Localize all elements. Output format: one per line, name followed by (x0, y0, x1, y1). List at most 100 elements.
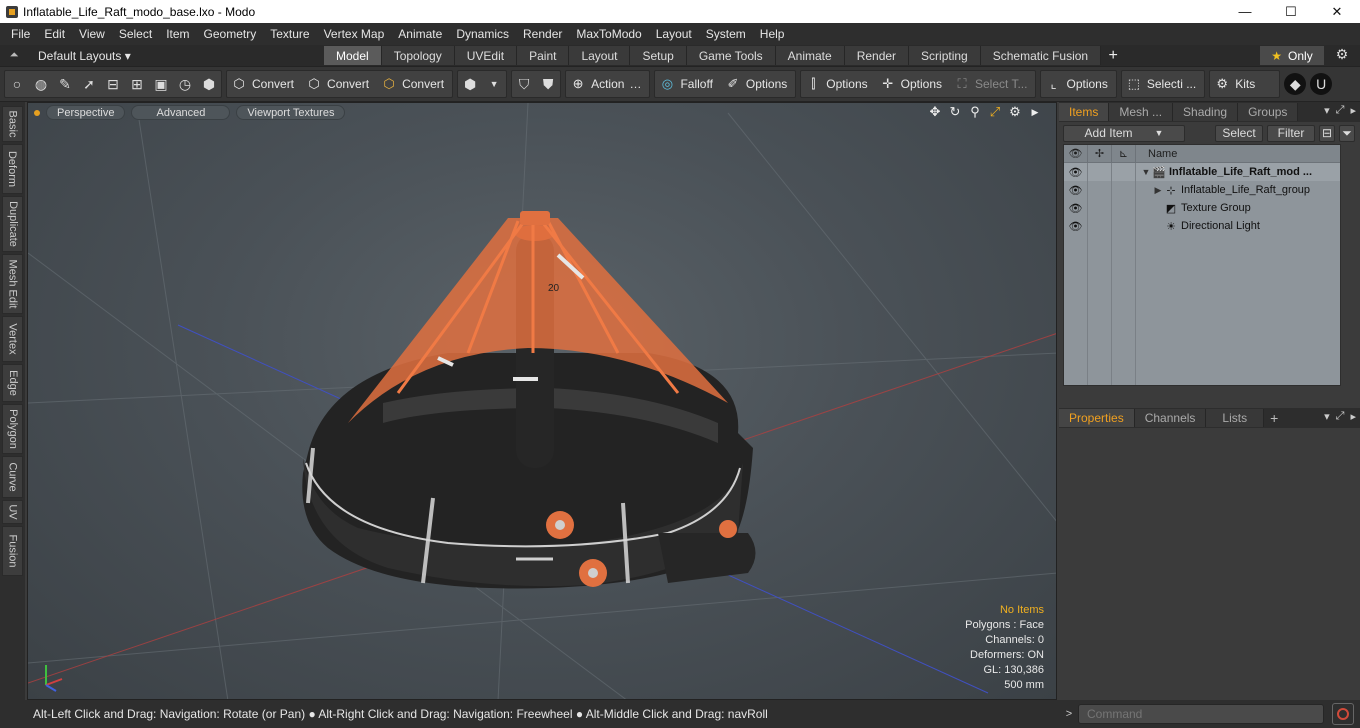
menu-help[interactable]: Help (753, 27, 792, 41)
collapse-icon[interactable]: ⊟ (1319, 124, 1335, 142)
select-button[interactable]: Select (1215, 124, 1263, 142)
viewport-textures-button[interactable]: Viewport Textures (236, 105, 346, 120)
funnel-icon[interactable]: ⏷ (1339, 124, 1355, 142)
vtab-vertex[interactable]: Vertex (2, 316, 23, 362)
tab-items[interactable]: Items (1059, 103, 1110, 121)
expand-arrow-icon[interactable]: ▶ (1028, 105, 1042, 119)
tab-animate[interactable]: Animate (775, 46, 845, 65)
menu-render[interactable]: Render (516, 27, 569, 41)
tab-game-tools[interactable]: Game Tools (686, 46, 776, 65)
tab-layout[interactable]: Layout (569, 46, 631, 65)
3d-viewport[interactable]: 20 Perspective Advanced Viewport Texture… (27, 102, 1057, 700)
pan-icon[interactable]: ✥ (928, 104, 942, 119)
shield-check-icon[interactable]: ⛊ (536, 71, 560, 97)
selection-sets-button[interactable]: ⬚ Selecti ... (1122, 71, 1204, 97)
kits-button[interactable]: ⚙ Kits (1210, 71, 1279, 97)
menu-texture[interactable]: Texture (263, 27, 316, 41)
pivot-mode-icon[interactable]: ◷ (173, 71, 197, 97)
fit-view-icon[interactable]: ⤢ (988, 104, 1002, 119)
dropdown-arrow-icon[interactable]: ▾ (1324, 104, 1330, 117)
viewport-gear-icon[interactable]: ⚙ (1008, 104, 1022, 119)
workplane-options-button[interactable]: ✛ Options (876, 71, 950, 97)
advanced-button[interactable]: Advanced (131, 105, 231, 120)
menu-animate[interactable]: Animate (391, 27, 449, 41)
zoom-icon[interactable]: ⚲ (968, 104, 982, 119)
expand-panel-icon[interactable]: ⤢ (1336, 104, 1345, 117)
add-properties-tab-button[interactable]: + (1264, 410, 1284, 426)
menu-layout[interactable]: Layout (649, 27, 699, 41)
menu-edit[interactable]: Edit (37, 27, 72, 41)
visibility-column-icon[interactable]: 👁 (1064, 145, 1088, 163)
expand-panel-icon[interactable]: ⤢ (1336, 410, 1345, 423)
unity-icon[interactable]: ◆ (1284, 73, 1307, 95)
menu-dynamics[interactable]: Dynamics (449, 27, 516, 41)
convert-button-2[interactable]: ⬡ Convert (302, 71, 377, 97)
tab-properties[interactable]: Properties (1059, 409, 1135, 427)
vtab-deform[interactable]: Deform (2, 144, 23, 194)
mesh-cube-icon[interactable]: ⬢ (458, 71, 482, 97)
name-column-header[interactable]: Name (1136, 148, 1177, 160)
falloff-button[interactable]: ◎ Falloff (655, 71, 720, 97)
pivot-options-button[interactable]: ⌞ Options (1041, 71, 1115, 97)
vtab-edge[interactable]: Edge (2, 364, 23, 402)
tab-setup[interactable]: Setup (630, 46, 687, 65)
item-list-scrollbar[interactable] (1346, 144, 1360, 386)
menu-file[interactable]: File (4, 27, 37, 41)
chevron-down-icon[interactable]: ▼ (482, 71, 506, 97)
viewport-menu-dot[interactable] (34, 109, 40, 116)
vtab-duplicate[interactable]: Duplicate (2, 196, 23, 252)
polygon-mode-icon[interactable]: ⊟ (101, 71, 125, 97)
tab-lists[interactable]: Lists (1206, 409, 1265, 427)
expand-arrow-icon[interactable]: ▶ (1152, 185, 1164, 196)
gear-icon[interactable]: ⚙ (1332, 46, 1352, 63)
tab-model[interactable]: Model (324, 46, 382, 65)
filter-button[interactable]: Filter (1267, 124, 1315, 142)
unreal-icon[interactable]: U (1310, 73, 1333, 95)
tab-shading[interactable]: Shading (1173, 103, 1239, 121)
vertex-mode-icon[interactable]: ○ (5, 71, 29, 97)
rotate-icon[interactable]: ↻ (948, 104, 962, 119)
type-column-icon[interactable]: ⊾ (1112, 145, 1136, 163)
action-center-button[interactable]: ⊕ Action… (566, 71, 649, 97)
viewport-scene[interactable]: 20 (28, 103, 1057, 700)
layout-selector[interactable]: Default Layouts ▾ (28, 49, 324, 63)
menu-maxtomodo[interactable]: MaxToModo (569, 27, 648, 41)
dropdown-arrow-icon[interactable]: ▾ (1324, 410, 1330, 423)
perspective-button[interactable]: Perspective (46, 105, 126, 120)
menu-geometry[interactable]: Geometry (197, 27, 264, 41)
pen-icon[interactable]: ✎ (53, 71, 77, 97)
material-mode-icon[interactable]: ▣ (149, 71, 173, 97)
tab-channels[interactable]: Channels (1134, 409, 1207, 427)
expand-arrow-icon[interactable]: ▼ (1140, 167, 1152, 177)
pin-icon[interactable]: ⏶ (0, 49, 28, 62)
add-layout-tab-button[interactable]: + (1101, 47, 1125, 65)
record-macro-button[interactable] (1332, 703, 1354, 725)
panel-arrow-icon[interactable]: ▸ (1350, 410, 1356, 423)
maximize-button[interactable]: ☐ (1268, 0, 1314, 23)
tab-paint[interactable]: Paint (517, 46, 570, 65)
vtab-uv[interactable]: UV (2, 500, 23, 524)
vtab-basic[interactable]: Basic (2, 106, 23, 142)
command-input[interactable] (1078, 704, 1324, 724)
menu-system[interactable]: System (699, 27, 753, 41)
vtab-mesh-edit[interactable]: Mesh Edit (2, 254, 23, 314)
lock-column-icon[interactable]: ✢ (1088, 145, 1112, 163)
shield-icon[interactable]: ⛉ (512, 71, 536, 97)
lasso-icon[interactable]: ➚ (77, 71, 101, 97)
tab-schematic-fusion[interactable]: Schematic Fusion (980, 46, 1102, 65)
edge-mode-icon[interactable]: ⊞ (125, 71, 149, 97)
close-button[interactable]: ✕ (1314, 0, 1360, 23)
item-mode-icon[interactable]: ⬢ (197, 71, 221, 97)
falloff-options-button[interactable]: ✐ Options (721, 71, 795, 97)
menu-vertex-map[interactable]: Vertex Map (317, 27, 392, 41)
tab-scripting[interactable]: Scripting (909, 46, 981, 65)
vtab-polygon[interactable]: Polygon (2, 404, 23, 454)
tab-groups[interactable]: Groups (1238, 103, 1299, 121)
menu-select[interactable]: Select (112, 27, 159, 41)
panel-arrow-icon[interactable]: ▸ (1350, 104, 1356, 117)
snapping-options-button[interactable]: ⫿ Options (801, 71, 875, 97)
convert-button-1[interactable]: ⬡ Convert (227, 71, 302, 97)
minimize-button[interactable]: — (1222, 0, 1268, 23)
menu-view[interactable]: View (72, 27, 112, 41)
select-through-button[interactable]: ⛶ Select T... (950, 71, 1035, 97)
